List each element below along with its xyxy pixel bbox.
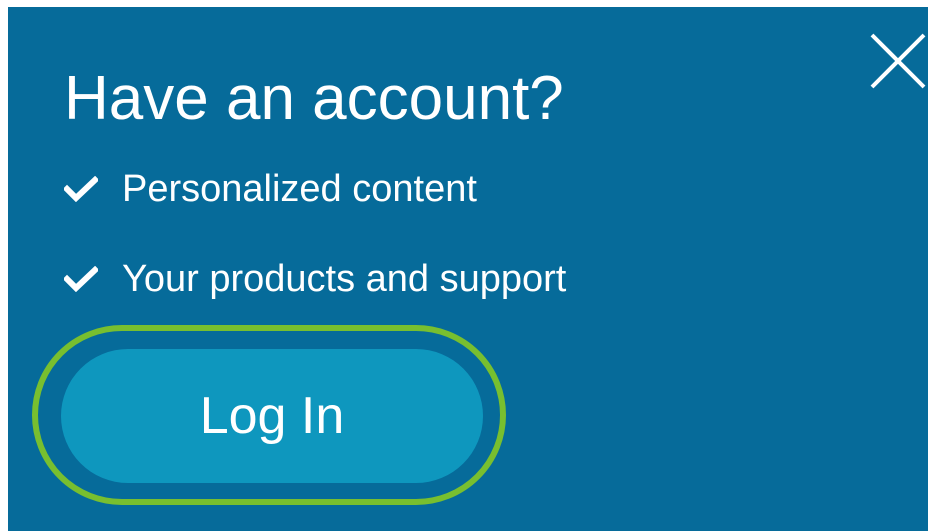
check-icon — [64, 266, 98, 292]
login-button[interactable]: Log In — [61, 349, 483, 483]
check-icon — [64, 176, 98, 202]
feature-label: Your products and support — [122, 258, 567, 300]
feature-item-products-support: Your products and support — [64, 255, 566, 303]
feature-label: Personalized content — [122, 168, 477, 210]
close-icon — [870, 33, 926, 89]
close-button[interactable] — [866, 29, 928, 93]
dialog-title: Have an account? — [64, 64, 564, 133]
login-promo-panel: Have an account? Personalized content Yo… — [8, 7, 928, 531]
feature-item-personalized-content: Personalized content — [64, 165, 477, 213]
